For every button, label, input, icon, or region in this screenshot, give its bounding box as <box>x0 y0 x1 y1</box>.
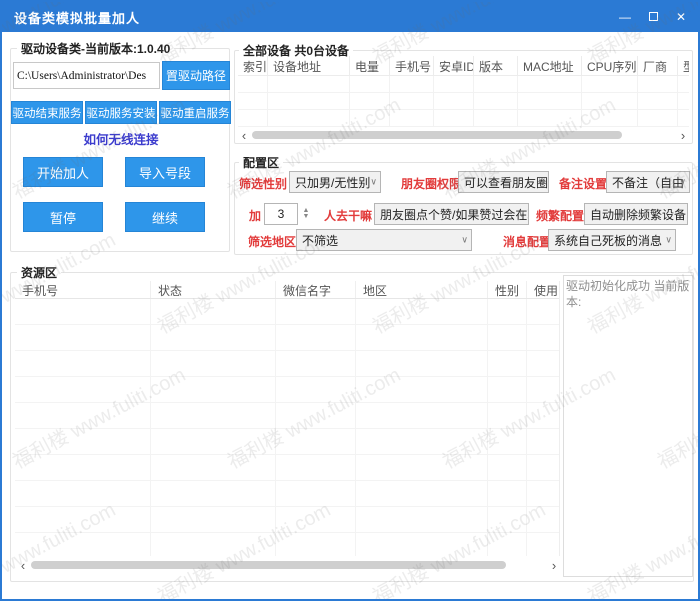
devices-table-header: 索引设备地址电量手机号安卓ID版本MAC地址CPU序列号厂商型号 <box>238 56 689 76</box>
add-count-input[interactable]: 3 <box>264 203 298 225</box>
purpose-label: 人去干嘛 <box>324 207 372 224</box>
devices-column-header: 电量 <box>350 56 390 75</box>
devices-group: 全部设备 共0台设备 索引设备地址电量手机号安卓ID版本MAC地址CPU序列号厂… <box>234 50 693 144</box>
config-group: 配置区 筛选性别 只加男/无性别 朋友圈权限 可以查看朋友圈 备注设置 不备注（… <box>234 162 693 255</box>
devices-column-line <box>638 76 678 127</box>
resources-group: 资源区 手机号状态微信名字地区性别使用 驱动初始化成功 当前版本: <box>10 272 694 582</box>
resources-column-line <box>15 299 151 556</box>
driver-panel-title: 驱动设备类-当前版本:1.0.40 <box>17 40 174 57</box>
remark-setting-label: 备注设置 <box>559 175 607 192</box>
start-adding-button[interactable]: 开始加人 <box>23 157 103 187</box>
import-numbers-button[interactable]: 导入号段 <box>125 157 205 187</box>
moments-permission-label: 朋友圈权限 <box>401 175 461 192</box>
driver-install-service-button[interactable]: 驱动服务安装 <box>85 101 157 124</box>
devices-column-header: 版本 <box>474 56 518 75</box>
service-buttons-row: 驱动结束服务 驱动服务安装 驱动重启服务 <box>11 101 231 124</box>
resources-column-line <box>527 299 559 556</box>
devices-column-line <box>238 76 268 127</box>
close-icon[interactable]: ✕ <box>676 11 686 23</box>
devices-hscrollbar <box>238 129 689 141</box>
devices-column-header: CPU序列号 <box>582 56 638 75</box>
wireless-connect-link[interactable]: 如何无线连接 <box>11 129 231 148</box>
devices-column-line <box>678 76 689 127</box>
config-group-title: 配置区 <box>239 154 283 171</box>
frequency-config-label: 频繁配置 <box>536 207 584 224</box>
devices-column-line <box>518 76 582 127</box>
devices-column-line <box>390 76 434 127</box>
log-panel[interactable]: 驱动初始化成功 当前版本: <box>563 275 693 577</box>
devices-table-body <box>238 76 689 127</box>
resources-column-header: 地区 <box>356 281 488 298</box>
log-text: 驱动初始化成功 当前版本: <box>566 279 690 310</box>
resources-column-line <box>356 299 488 556</box>
devices-column-header: 厂商 <box>638 56 678 75</box>
driver-restart-service-button[interactable]: 驱动重启服务 <box>159 101 231 124</box>
resume-button[interactable]: 继续 <box>125 202 205 232</box>
gender-filter-label: 筛选性别 <box>239 175 287 192</box>
maximize-box-icon <box>649 12 658 21</box>
driver-panel-group: 驱动设备类-当前版本:1.0.40 C:\Users\Administrator… <box>10 48 230 252</box>
set-driver-path-button[interactable]: 置驱动路径 <box>162 61 230 90</box>
add-count-label: 加 <box>249 207 261 224</box>
resources-column-header: 手机号 <box>15 281 151 298</box>
devices-column-header: MAC地址 <box>518 56 582 75</box>
resources-column-header: 微信名字 <box>276 281 356 298</box>
window-controls: — ✕ <box>619 11 686 23</box>
resources-column-header: 状态 <box>151 281 276 298</box>
message-config-dropdown[interactable]: 系统自己死板的消息 <box>548 229 676 251</box>
devices-column-header: 安卓ID <box>434 56 474 75</box>
devices-scroll-track[interactable] <box>250 130 677 140</box>
frequency-config-dropdown[interactable]: 自动删除频繁设备 <box>584 203 688 225</box>
devices-column-line <box>582 76 638 127</box>
resources-table: 手机号状态微信名字地区性别使用 <box>15 281 560 556</box>
resources-table-header: 手机号状态微信名字地区性别使用 <box>15 281 559 299</box>
title-bar: 设备类模拟批量加人 — ✕ <box>2 2 698 32</box>
add-count-stepper <box>300 203 312 225</box>
resources-column-header: 性别 <box>488 281 527 298</box>
resources-column-header: 使用 <box>527 281 559 298</box>
scroll-right-icon[interactable] <box>548 559 560 572</box>
scroll-right-icon[interactable] <box>677 129 689 142</box>
devices-column-line <box>474 76 518 127</box>
devices-column-header: 设备地址 <box>268 56 350 75</box>
scroll-left-icon[interactable] <box>238 129 250 142</box>
moments-permission-dropdown[interactable]: 可以查看朋友圈 <box>458 171 549 193</box>
resources-group-title: 资源区 <box>17 264 61 281</box>
devices-column-line <box>434 76 474 127</box>
purpose-dropdown[interactable]: 朋友圈点个赞/如果赞过会在取 <box>374 203 529 225</box>
resources-table-body <box>15 299 559 556</box>
resources-column-line <box>151 299 276 556</box>
app-window: 设备类模拟批量加人 — ✕ 驱动设备类-当前版本:1.0.40 C:\Users… <box>0 0 700 601</box>
pause-button[interactable]: 暂停 <box>23 202 103 232</box>
devices-column-header: 手机号 <box>390 56 434 75</box>
resources-scroll-track[interactable] <box>29 560 548 570</box>
devices-column-line <box>268 76 350 127</box>
devices-column-line <box>350 76 390 127</box>
devices-column-header: 索引 <box>238 56 268 75</box>
resources-column-line <box>276 299 356 556</box>
stepper-down-icon[interactable] <box>300 214 312 220</box>
resources-hscrollbar <box>17 559 560 571</box>
message-config-label: 消息配置 <box>503 233 551 250</box>
region-filter-dropdown[interactable]: 不筛选 <box>296 229 472 251</box>
window-title: 设备类模拟批量加人 <box>14 8 140 27</box>
driver-path-input[interactable]: C:\Users\Administrator\Des <box>13 62 160 89</box>
region-filter-label: 筛选地区 <box>248 233 296 250</box>
gender-filter-dropdown[interactable]: 只加男/无性别 <box>289 171 381 193</box>
maximize-icon[interactable] <box>649 11 658 23</box>
devices-column-header: 型号 <box>678 56 689 75</box>
minimize-icon[interactable]: — <box>619 11 631 23</box>
driver-stop-service-button[interactable]: 驱动结束服务 <box>11 101 83 124</box>
resources-scroll-thumb[interactable] <box>31 561 506 569</box>
resources-column-line <box>488 299 527 556</box>
devices-scroll-thumb[interactable] <box>252 131 622 139</box>
scroll-left-icon[interactable] <box>17 559 29 572</box>
remark-setting-dropdown[interactable]: 不备注（自由 <box>606 171 690 193</box>
